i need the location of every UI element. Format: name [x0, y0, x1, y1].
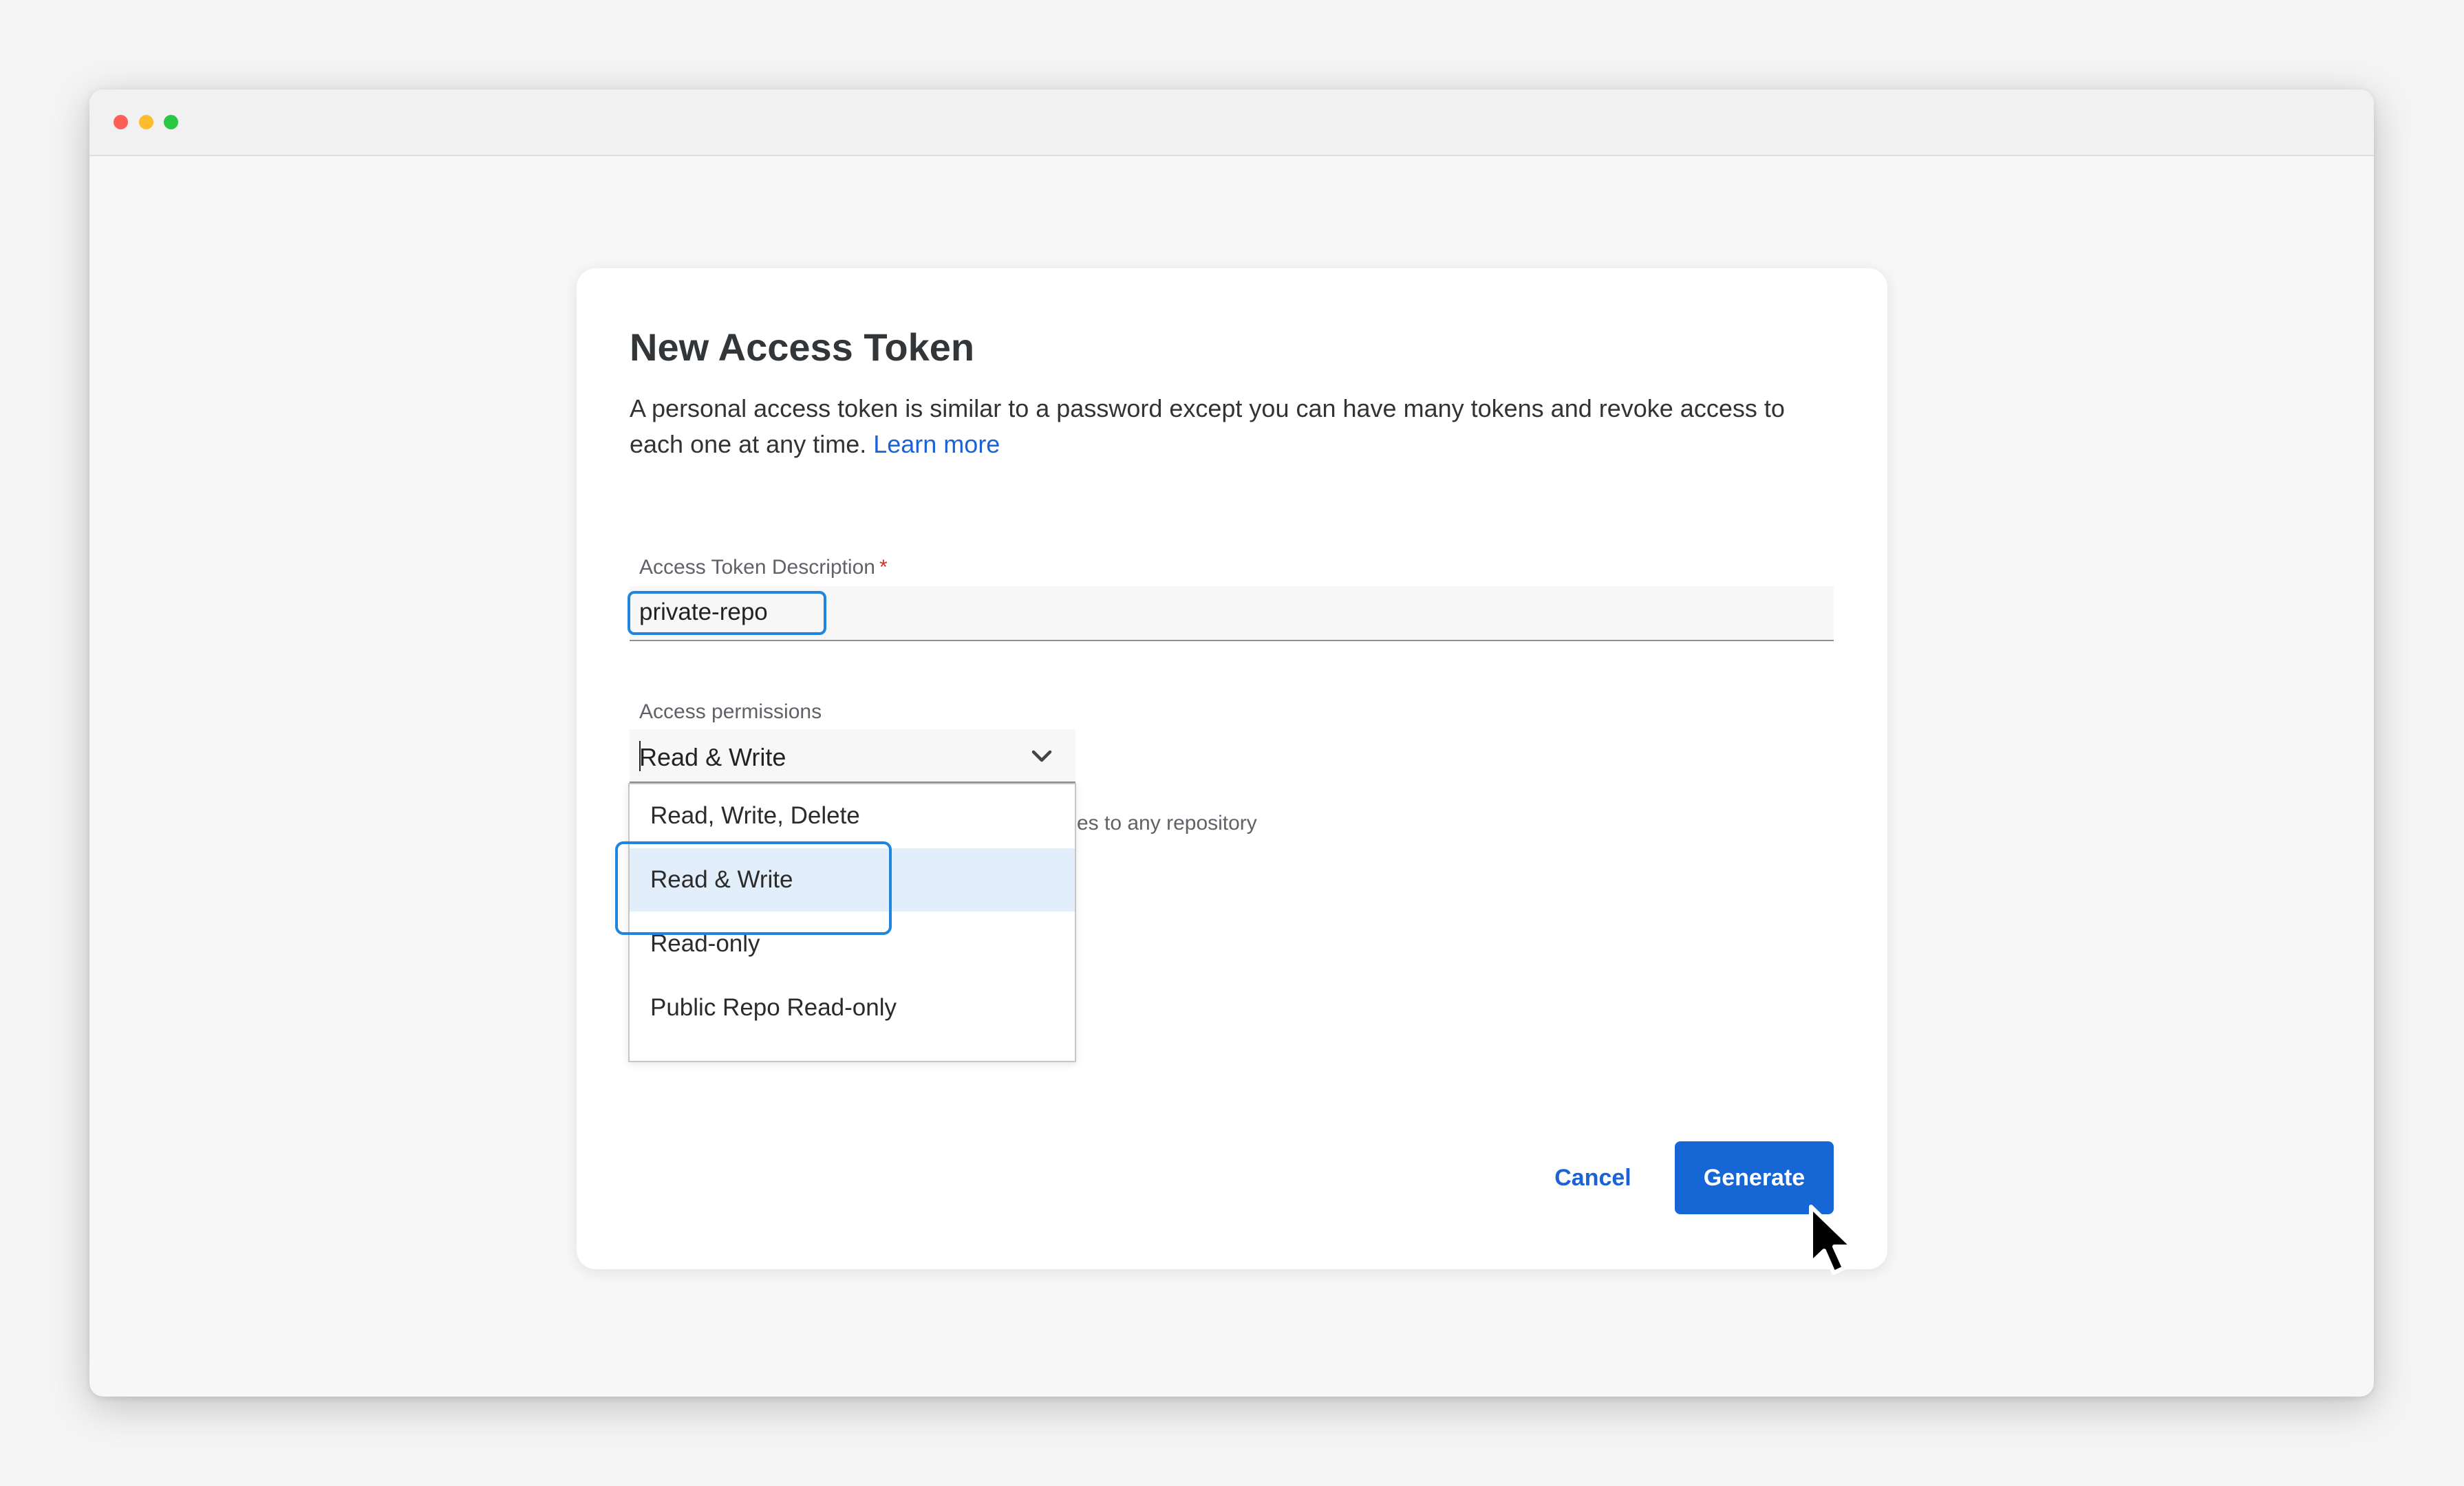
option-label: Read, Write, Delete	[650, 802, 860, 829]
cancel-button[interactable]: Cancel	[1541, 1142, 1645, 1214]
input-highlight-outline	[628, 591, 826, 635]
permissions-helper-text-visible: es to any repository	[1077, 812, 1257, 834]
mouse-pointer-icon	[1809, 1205, 1854, 1275]
dialog-description: A personal access token is similar to a …	[630, 391, 1841, 462]
token-description-label-text: Access Token Description	[639, 556, 875, 579]
option-label: Public Repo Read-only	[650, 994, 897, 1021]
window-titlebar	[89, 89, 2374, 156]
chevron-down-icon[interactable]	[1028, 746, 1056, 766]
token-description-label: Access Token Description *	[639, 556, 888, 579]
option-highlight-outline	[615, 841, 892, 935]
close-window-button[interactable]	[114, 115, 128, 129]
minimize-window-button[interactable]	[139, 115, 153, 129]
description-text: A personal access token is similar to a …	[630, 394, 1785, 458]
zoom-window-button[interactable]	[164, 115, 178, 129]
option-public-repo-read-only[interactable]: Public Repo Read-only	[630, 976, 1075, 1040]
access-permissions-label: Access permissions	[639, 700, 822, 723]
required-asterisk: *	[879, 556, 888, 579]
option-read-write-delete[interactable]: Read, Write, Delete	[630, 784, 1075, 848]
access-permissions-value: Read & Write	[639, 743, 786, 771]
learn-more-link[interactable]: Learn more	[873, 430, 1000, 458]
dialog-title: New Access Token	[630, 325, 975, 369]
